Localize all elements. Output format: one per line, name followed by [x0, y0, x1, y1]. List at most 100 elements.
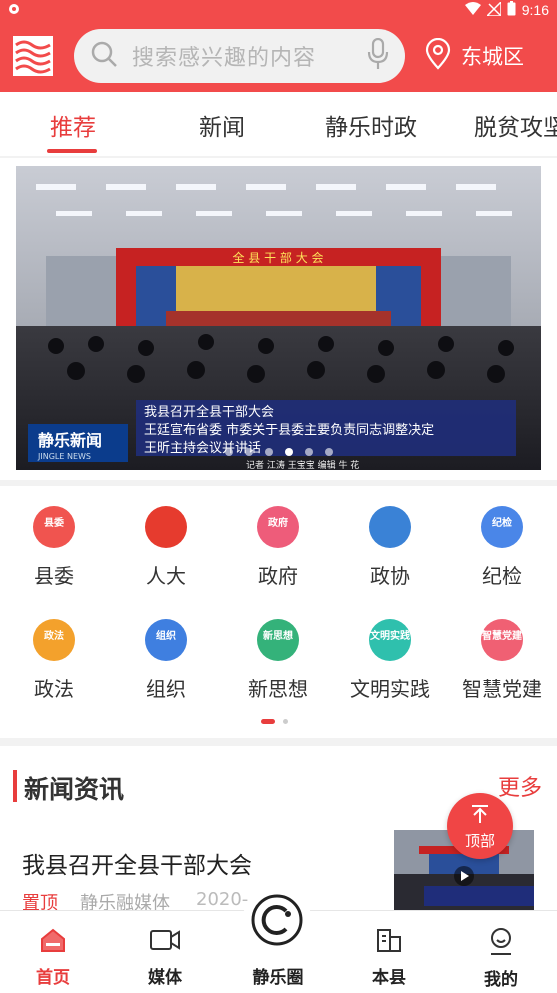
location-selector[interactable]: 东城区 [425, 37, 524, 75]
icon-badge-text: 政法 [44, 631, 64, 642]
shortcut-item[interactable]: 新思想 新思想 [228, 619, 328, 702]
icon-badge-text: 智慧党建 [482, 631, 522, 642]
icon-badge-text: 文明实践 [370, 631, 410, 642]
nav-media-label: 媒体 [148, 968, 182, 988]
icon-badge-text: 纪检 [492, 518, 512, 529]
shortcut-label: 新思想 [248, 677, 308, 701]
icon-badge-text: 政府 [268, 518, 288, 529]
caption-line-1: 我县召开全县干部大会 [144, 404, 274, 420]
news-item-title[interactable]: 我县召开全县干部大会 [22, 846, 252, 880]
home-icon [39, 927, 67, 957]
microphone-icon[interactable] [367, 37, 389, 74]
page-dot-active [261, 719, 275, 724]
shortcut-item[interactable]: 智慧党建 智慧党建 [452, 619, 552, 702]
shortcut-label: 政协 [370, 564, 410, 588]
discipline-icon: 纪检 [481, 506, 523, 548]
search-bar[interactable]: 搜索感兴趣的内容 [74, 29, 405, 83]
shortcut-label: 县委 [34, 564, 74, 588]
nav-mine-label: 我的 [484, 970, 518, 990]
more-link[interactable]: 更多 [498, 770, 542, 802]
nav-county-label: 本县 [372, 968, 406, 988]
search-input[interactable]: 搜索感兴趣的内容 [132, 40, 367, 72]
banner-credits: 记者 江涛 王宝宝 编辑 牛 花 [246, 459, 359, 470]
shortcut-item[interactable]: 文明实践 文明实践 [340, 619, 440, 702]
banner-carousel[interactable]: 全 县 干 部 大 会 我县召开全县干部大会 王廷宣布省委 市委关于县委主要负责… [16, 166, 541, 470]
shortcut-item[interactable]: 政协 [340, 506, 440, 589]
tab-recommend[interactable]: 推荐 [50, 108, 96, 142]
page-dot [283, 719, 288, 724]
organization-icon: 组织 [145, 619, 187, 661]
hall-banner-text: 全 县 干 部 大 会 [232, 250, 323, 265]
shortcut-item[interactable]: 组织 组织 [116, 619, 216, 702]
nav-home-label: 首页 [36, 968, 70, 988]
app-logo-icon[interactable] [12, 35, 54, 77]
tab-jingle-politics[interactable]: 静乐时政 [325, 108, 417, 142]
carousel-dots [16, 448, 541, 456]
location-pin-icon [425, 37, 451, 75]
circle-icon [250, 893, 304, 951]
cppcc-emblem-icon [369, 506, 411, 548]
nav-media[interactable]: 媒体 [125, 927, 205, 988]
nav-home[interactable]: 首页 [13, 927, 93, 988]
new-thought-icon: 新思想 [257, 619, 299, 661]
search-icon [90, 40, 118, 72]
location-pin-small-icon [8, 3, 20, 18]
shortcut-item[interactable]: 政府 政府 [228, 506, 328, 589]
building-icon [375, 927, 403, 957]
user-icon [487, 927, 515, 959]
news-date: 2020- [196, 889, 249, 910]
carousel-dot[interactable] [324, 448, 333, 456]
nav-county[interactable]: 本县 [349, 927, 429, 988]
shortcut-grid: 县委 县委 人大 政府 政府 政协 纪检 纪检 政法 政法 组织 组织 新思想 新思想 文明实践 文明实践 智慧… [0, 486, 557, 738]
news-section-title: 新闻资讯 [24, 775, 125, 804]
video-icon [149, 927, 181, 957]
status-bar: 9:16 [0, 0, 557, 20]
party-building-icon: 智慧党建 [481, 619, 523, 661]
active-tab-indicator [47, 149, 97, 153]
battery-icon [507, 1, 516, 19]
caption-line-2: 王廷宣布省委 市委关于县委主要负责同志调整决定 [144, 422, 434, 438]
national-emblem-icon [145, 506, 187, 548]
no-signal-icon [484, 0, 502, 19]
carousel-dot[interactable] [284, 448, 293, 456]
carousel-dot[interactable] [224, 448, 233, 456]
nav-circle-label: 静乐圈 [252, 968, 304, 988]
icon-badge-text: 新思想 [263, 631, 293, 642]
icon-badge-text: 组织 [156, 631, 176, 642]
shortcut-label: 组织 [146, 677, 186, 701]
government-icon: 政府 [257, 506, 299, 548]
arrow-up-icon [470, 804, 490, 828]
back-to-top-button[interactable]: 顶部 [447, 793, 513, 859]
shortcut-item[interactable]: 政法 政法 [4, 619, 104, 702]
app-header: 搜索感兴趣的内容 东城区 [0, 20, 557, 92]
carousel-dot[interactable] [244, 448, 253, 456]
location-label: 东城区 [461, 45, 524, 69]
grid-page-indicator [261, 719, 288, 724]
carousel-dot[interactable] [304, 448, 313, 456]
wifi-icon [464, 1, 481, 19]
bottom-navigation: 首页 媒体 静乐圈 本县 我的 [0, 887, 557, 993]
banner-section: 全 县 干 部 大 会 我县召开全县干部大会 王廷宣布省委 市委关于县委主要负责… [0, 158, 557, 480]
shortcut-item[interactable]: 县委 县委 [4, 506, 104, 589]
shortcut-label: 纪检 [482, 564, 522, 588]
shortcut-label: 智慧党建 [462, 677, 542, 701]
back-to-top-label: 顶部 [464, 831, 495, 850]
section-accent-bar [13, 770, 17, 802]
shortcut-label: 政府 [258, 564, 298, 588]
shortcut-item[interactable]: 人大 [116, 506, 216, 589]
shortcut-item[interactable]: 纪检 纪检 [452, 506, 552, 589]
shortcut-label: 人大 [146, 564, 186, 588]
clock-time: 9:16 [521, 2, 549, 18]
tab-news[interactable]: 新闻 [199, 108, 245, 142]
law-icon: 政法 [33, 619, 75, 661]
tab-poverty-alleviation[interactable]: 脱贫攻坚 [474, 108, 557, 142]
carousel-dot[interactable] [264, 448, 273, 456]
party-emblem-icon: 县委 [33, 506, 75, 548]
meeting-hall-image: 全 县 干 部 大 会 我县召开全县干部大会 王廷宣布省委 市委关于县委主要负责… [16, 166, 541, 470]
shortcut-label: 文明实践 [350, 677, 430, 701]
nav-circle[interactable] [242, 887, 312, 957]
nav-mine[interactable]: 我的 [461, 927, 541, 990]
icon-badge-text: 县委 [44, 518, 64, 529]
category-tabs: 推荐 新闻 静乐时政 脱贫攻坚 [0, 92, 557, 156]
shortcut-label: 政法 [34, 677, 74, 701]
